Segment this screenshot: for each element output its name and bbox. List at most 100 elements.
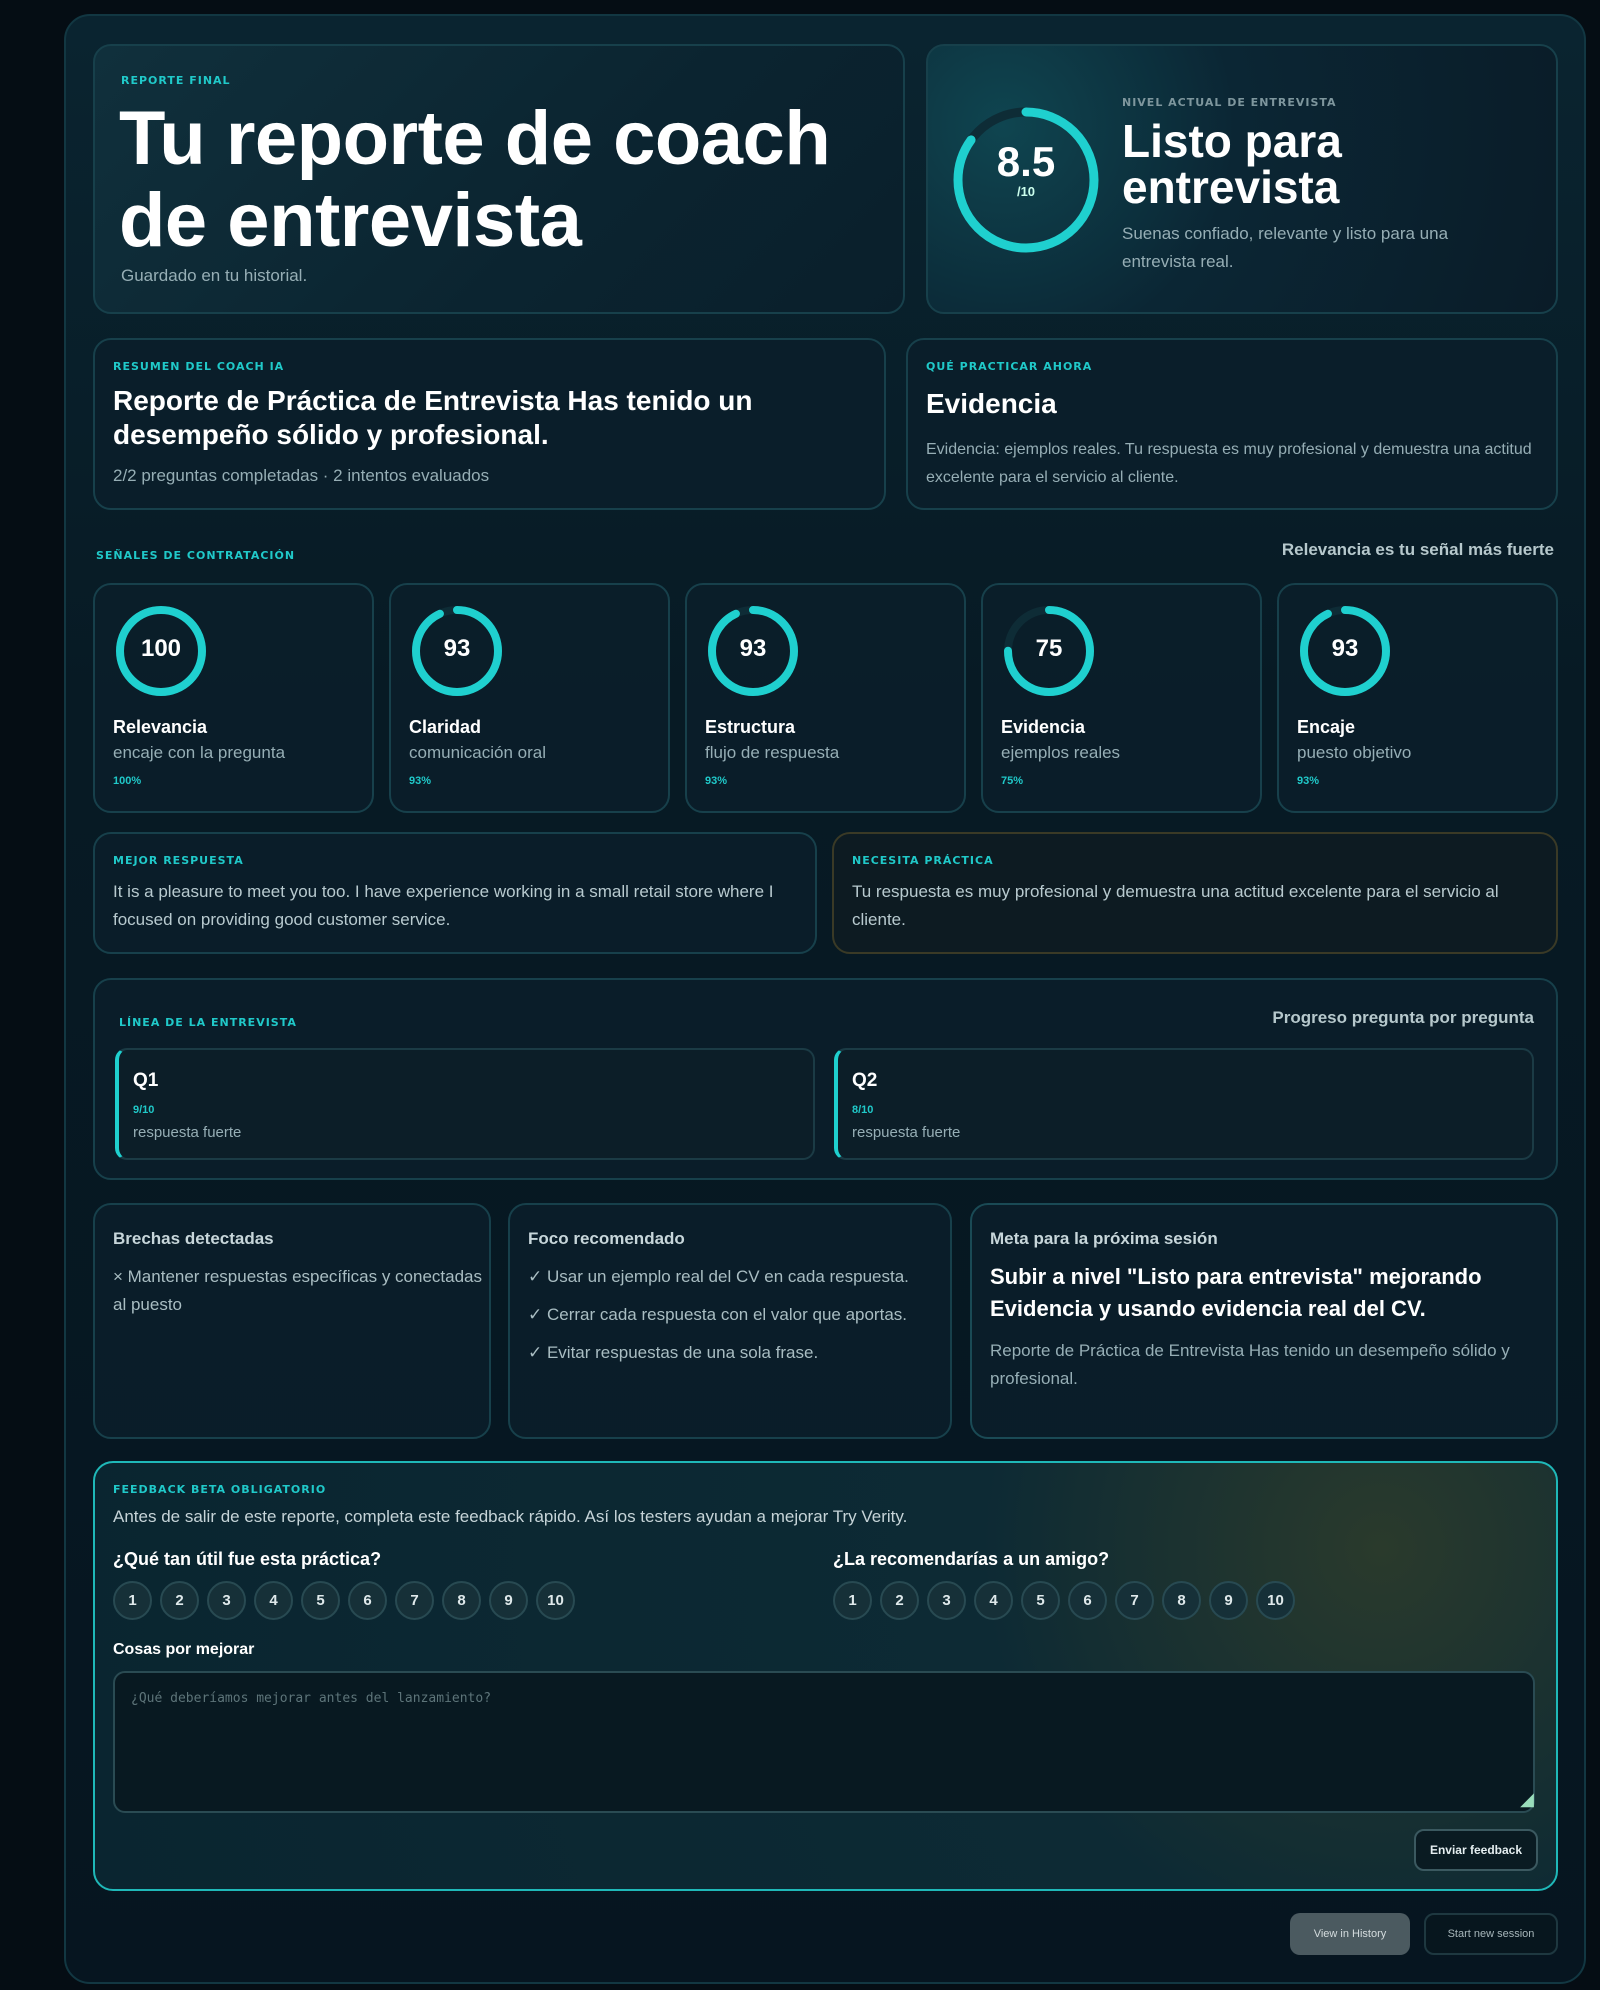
practice-description: Evidencia: ejemplos reales. Tu respuesta… — [926, 441, 1532, 486]
question-label: Q1 — [133, 1070, 159, 1091]
goal-headline: Subir a nivel "Listo para entrevista" me… — [990, 1264, 1482, 1321]
best-answer-text: It is a pleasure to meet you too. I have… — [113, 882, 774, 929]
resize-handle-icon[interactable]: ◢ — [1520, 1789, 1534, 1810]
improvements-textarea[interactable] — [113, 1671, 1535, 1813]
signal-name: Evidencia — [1001, 717, 1086, 737]
rating-option-1[interactable]: 1 — [113, 1581, 152, 1620]
strongest-signal-note: Relevancia es tu señal más fuerte — [1281, 540, 1554, 559]
signal-name: Encaje — [1297, 717, 1356, 737]
rating-option-7[interactable]: 7 — [1115, 1581, 1154, 1620]
feedback-eyebrow: Feedback beta obligatorio — [113, 1483, 327, 1496]
signal-score: 93 — [443, 635, 471, 662]
focus-card: Foco recomendado ✓ Usar un ejemplo real … — [508, 1203, 952, 1439]
question-score: 8/10 — [852, 1104, 874, 1116]
rating-option-3[interactable]: 3 — [927, 1581, 966, 1620]
view-in-history-button[interactable]: View in History — [1290, 1913, 1410, 1955]
hero-eyebrow: Reporte final — [121, 74, 231, 87]
usefulness-question: ¿Qué tan útil fue esta práctica? — [113, 1549, 382, 1569]
rating-option-6[interactable]: 6 — [1068, 1581, 1107, 1620]
need-eyebrow: Necesita práctica — [852, 854, 994, 867]
focus-list: ✓ Usar un ejemplo real del CV en cada re… — [528, 1263, 928, 1377]
improve-label: Cosas por mejorar — [113, 1641, 255, 1658]
needs-practice-card: Necesita práctica Tu respuesta es muy pr… — [832, 832, 1558, 954]
send-feedback-button[interactable]: Enviar feedback — [1414, 1829, 1538, 1871]
rating-option-2[interactable]: 2 — [880, 1581, 919, 1620]
summary-eyebrow: Resumen del coach IA — [113, 360, 285, 373]
page-title: Tu reporte de coach de entrevista — [119, 96, 831, 263]
goal-description: Reporte de Práctica de Entrevista Has te… — [990, 1341, 1510, 1388]
signal-name: Estructura — [705, 717, 796, 737]
rating-option-8[interactable]: 8 — [1162, 1581, 1201, 1620]
gaps-title: Brechas detectadas — [113, 1229, 274, 1248]
signal-card-claridad: 93 Claridad comunicación oral 93% — [389, 583, 670, 813]
summary-title: Reporte de Práctica de Entrevista Has te… — [113, 385, 753, 450]
signal-card-encaje: 93 Encaje puesto objetivo 93% — [1277, 583, 1558, 813]
signal-description: flujo de respuesta — [705, 743, 840, 762]
signal-score: 93 — [1331, 635, 1359, 662]
question-score: 9/10 — [133, 1104, 155, 1116]
rating-option-4[interactable]: 4 — [974, 1581, 1013, 1620]
gaps-card: Brechas detectadas × Mantener respuestas… — [93, 1203, 491, 1439]
signal-description: puesto objetivo — [1297, 743, 1412, 762]
signal-description: ejemplos reales — [1001, 743, 1121, 762]
rating-option-9[interactable]: 9 — [489, 1581, 528, 1620]
list-item: ✓ Cerrar cada respuesta con el valor que… — [528, 1305, 907, 1324]
rating-option-10[interactable]: 10 — [1256, 1581, 1295, 1620]
practice-eyebrow: Qué practicar ahora — [926, 360, 1093, 373]
question-label: Q2 — [852, 1070, 878, 1091]
signal-card-relevancia: 100 Relevancia encaje con la pregunta 10… — [93, 583, 374, 813]
rating-option-6[interactable]: 6 — [348, 1581, 387, 1620]
hero-card: Reporte final Tu reporte de coach de ent… — [93, 44, 905, 314]
rating-option-5[interactable]: 5 — [301, 1581, 340, 1620]
rating-option-9[interactable]: 9 — [1209, 1581, 1248, 1620]
overall-score: 8.5 — [996, 138, 1056, 185]
signals-label: Señales de contratación — [96, 549, 296, 562]
overall-score-max: /10 — [1016, 184, 1036, 199]
rating-option-8[interactable]: 8 — [442, 1581, 481, 1620]
recommend-question: ¿La recomendarías a un amigo? — [833, 1549, 1110, 1569]
list-item: ✓ Usar un ejemplo real del CV en cada re… — [528, 1267, 909, 1286]
recommend-rating: 1 2 3 4 5 6 7 8 9 10 — [833, 1581, 1295, 1620]
signal-percent: 75% — [1001, 775, 1024, 787]
signal-percent: 93% — [705, 775, 728, 787]
signal-name: Claridad — [409, 717, 482, 737]
rating-option-3[interactable]: 3 — [207, 1581, 246, 1620]
question-item-q2[interactable]: Q2 8/10 respuesta fuerte — [834, 1048, 1534, 1160]
signal-score: 75 — [1035, 635, 1063, 662]
question-verdict: respuesta fuerte — [852, 1124, 961, 1141]
start-new-session-button[interactable]: Start new session — [1424, 1913, 1558, 1955]
rating-option-1[interactable]: 1 — [833, 1581, 872, 1620]
signal-score: 100 — [140, 635, 182, 662]
timeline-subtitle: Progreso pregunta por pregunta — [1272, 1008, 1534, 1027]
level-description: Suenas confiado, relevante y listo para … — [1122, 224, 1449, 271]
question-verdict: respuesta fuerte — [133, 1124, 242, 1141]
rating-option-7[interactable]: 7 — [395, 1581, 434, 1620]
practice-title: Evidencia — [926, 388, 1057, 419]
next-session-goal-card: Meta para la próxima sesión Subir a nive… — [970, 1203, 1558, 1439]
needs-practice-text: Tu respuesta es muy profesional y demues… — [852, 882, 1499, 929]
best-eyebrow: Mejor respuesta — [113, 854, 244, 867]
timeline-eyebrow: Línea de la entrevista — [119, 1016, 297, 1029]
signal-card-estructura: 93 Estructura flujo de respuesta 93% — [685, 583, 966, 813]
level-card: 8.5 /10 Nivel actual de entrevista Listo… — [926, 44, 1558, 314]
beta-feedback-card: Feedback beta obligatorio Antes de salir… — [93, 1461, 1558, 1891]
gaps-list: × Mantener respuestas específicas y cone… — [113, 1263, 483, 1329]
feedback-intro: Antes de salir de este reporte, completa… — [113, 1507, 908, 1526]
summary-meta: 2/2 preguntas completadas · 2 intentos e… — [113, 466, 490, 485]
focus-title: Foco recomendado — [528, 1229, 685, 1248]
signal-percent: 100% — [113, 775, 142, 787]
signal-percent: 93% — [1297, 775, 1320, 787]
signal-name: Relevancia — [113, 717, 208, 737]
signal-card-evidencia: 75 Evidencia ejemplos reales 75% — [981, 583, 1262, 813]
saved-note: Guardado en tu historial. — [121, 266, 308, 285]
rating-option-4[interactable]: 4 — [254, 1581, 293, 1620]
signal-description: comunicación oral — [409, 743, 547, 762]
rating-option-10[interactable]: 10 — [536, 1581, 575, 1620]
goal-title: Meta para la próxima sesión — [990, 1229, 1218, 1248]
list-item: ✓ Evitar respuestas de una sola frase. — [528, 1343, 819, 1362]
question-item-q1[interactable]: Q1 9/10 respuesta fuerte — [115, 1048, 815, 1160]
level-eyebrow: Nivel actual de entrevista — [1122, 96, 1337, 109]
rating-option-5[interactable]: 5 — [1021, 1581, 1060, 1620]
list-item: × Mantener respuestas específicas y cone… — [113, 1267, 483, 1314]
rating-option-2[interactable]: 2 — [160, 1581, 199, 1620]
